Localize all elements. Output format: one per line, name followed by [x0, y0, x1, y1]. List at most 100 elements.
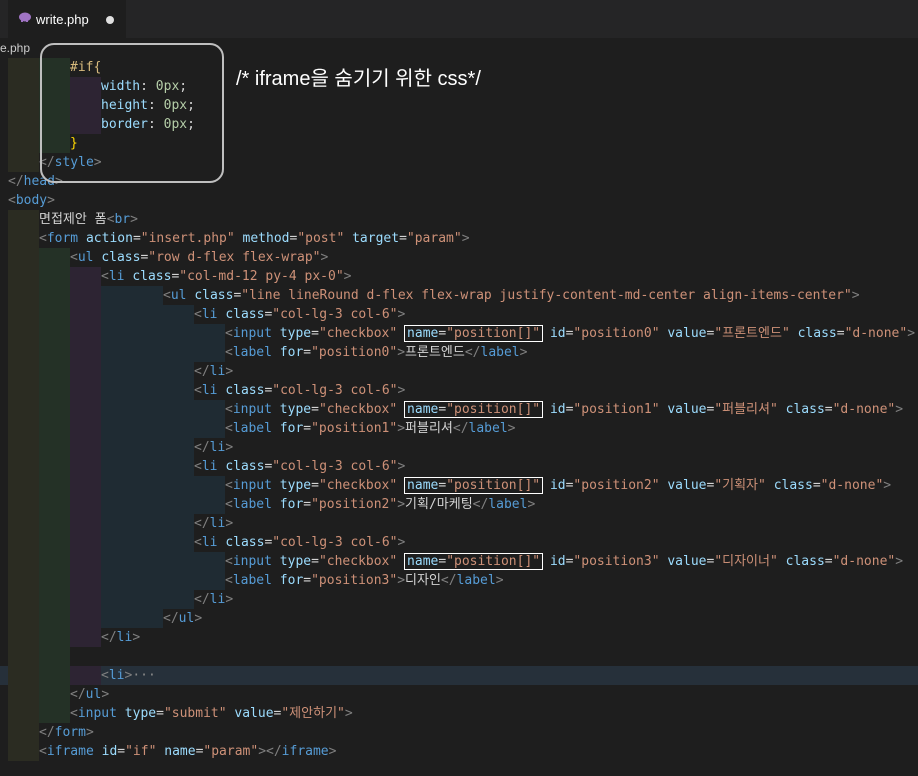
indent-guide: [163, 343, 194, 362]
unsaved-dot-icon[interactable]: [106, 16, 114, 24]
code-token: <: [70, 250, 78, 265]
label-line[interactable]: <label for="position3">디자인</label>: [0, 571, 918, 590]
indent-guide: [8, 96, 39, 115]
code-text: <li class="col-lg-3 col-6">: [194, 533, 405, 552]
code-token: li: [116, 630, 133, 645]
indent-guide: [101, 438, 132, 457]
indent-guide: [8, 362, 39, 381]
code-token: ul: [170, 288, 187, 303]
code-token: id: [549, 402, 566, 417]
code-line[interactable]: <input type="submit" value="제안하기">: [0, 704, 918, 723]
code-token: =: [824, 402, 833, 417]
code-token: name: [407, 478, 439, 493]
indent-guide: [163, 362, 194, 381]
code-token: </: [266, 744, 282, 759]
code-line[interactable]: </form>: [0, 723, 918, 742]
indent-guide: [8, 628, 39, 647]
code-token: input: [232, 478, 272, 493]
indent-guide: [8, 514, 39, 533]
code-token: action: [85, 231, 133, 246]
code-line[interactable]: <li class="col-md-12 py-4 px-0">: [0, 267, 918, 286]
indent-guide: [8, 533, 39, 552]
code-token: "checkbox": [318, 554, 398, 569]
code-token: =: [311, 326, 319, 341]
code-token: value: [667, 554, 707, 569]
code-text: <iframe id="if" name="param"></iframe>: [39, 742, 336, 761]
folded-li-line[interactable]: <li>···: [0, 666, 918, 685]
code-token: class: [225, 307, 265, 322]
indent-guide: [8, 400, 39, 419]
code-token: "checkbox": [318, 478, 398, 493]
code-line[interactable]: <iframe id="if" name="param"></iframe>: [0, 742, 918, 761]
code-token: "submit": [163, 706, 227, 721]
code-text: </li>: [101, 628, 140, 647]
code-token: =: [399, 231, 407, 246]
li-close-line[interactable]: </li>: [0, 514, 918, 533]
code-token: >: [397, 573, 406, 588]
code-line[interactable]: 면접제안 폼<br>: [0, 210, 918, 229]
code-text: <ul class="row d-flex flex-wrap">: [70, 248, 328, 267]
indent-guide: [194, 419, 225, 438]
code-line[interactable]: </ul>: [0, 685, 918, 704]
code-token: >: [132, 630, 141, 645]
code-token: <: [225, 478, 233, 493]
code-token: ul: [178, 611, 195, 626]
code-token: li: [108, 668, 125, 683]
li-open-line[interactable]: <li class="col-lg-3 col-6">: [0, 381, 918, 400]
code-token: id: [101, 744, 118, 759]
code-token: label: [468, 421, 508, 436]
breadcrumb[interactable]: e.php: [0, 41, 30, 55]
input-checkbox-line[interactable]: <input type="checkbox" name="position[]"…: [0, 552, 918, 571]
indent-guide: [194, 476, 225, 495]
input-checkbox-line[interactable]: <input type="checkbox" name="position[]"…: [0, 476, 918, 495]
code-token: form: [54, 725, 86, 740]
indent-guide: [39, 495, 70, 514]
code-token: for: [279, 421, 304, 436]
code-token: >: [895, 402, 904, 417]
label-line[interactable]: <label for="position0">프론트엔드</label>: [0, 343, 918, 362]
code-token: class: [797, 326, 837, 341]
label-line[interactable]: <label for="position1">퍼블리셔</label>: [0, 419, 918, 438]
code-token: >: [225, 440, 234, 455]
input-checkbox-line[interactable]: <input type="checkbox" name="position[]"…: [0, 400, 918, 419]
code-token: >: [883, 478, 892, 493]
indent-guide: [70, 438, 101, 457]
code-token: </: [194, 440, 210, 455]
input-checkbox-line[interactable]: <input type="checkbox" name="position[]"…: [0, 324, 918, 343]
label-line[interactable]: <label for="position2">기획/마케팅</label>: [0, 495, 918, 514]
code-line[interactable]: </ul>: [0, 609, 918, 628]
code-line[interactable]: <body>: [0, 191, 918, 210]
code-line[interactable]: <form action="insert.php" method="post" …: [0, 229, 918, 248]
code-token: "col-md-12 py-4 px-0": [179, 269, 344, 284]
code-token: id: [549, 478, 566, 493]
code-token: =: [311, 554, 319, 569]
code-token: <: [194, 535, 202, 550]
code-token: >: [225, 592, 234, 607]
code-token: =: [438, 326, 447, 341]
code-token: >: [85, 725, 94, 740]
li-close-line[interactable]: </li>: [0, 590, 918, 609]
code-token: =: [303, 573, 312, 588]
code-line[interactable]: [0, 647, 918, 666]
code-token: >: [519, 345, 528, 360]
tab-write-php[interactable]: write.php: [8, 0, 126, 39]
code-line[interactable]: </li>: [0, 628, 918, 647]
code-token: >: [225, 516, 234, 531]
li-open-line[interactable]: <li class="col-lg-3 col-6">: [0, 533, 918, 552]
code-token: "if": [125, 744, 157, 759]
li-open-line[interactable]: <li class="col-lg-3 col-6">: [0, 457, 918, 476]
code-token: label: [232, 421, 272, 436]
indent-guide: [132, 362, 163, 381]
li-close-line[interactable]: </li>: [0, 438, 918, 457]
code-line[interactable]: <ul class="row d-flex flex-wrap">: [0, 248, 918, 267]
code-line[interactable]: <ul class="line lineRound d-flex flex-wr…: [0, 286, 918, 305]
code-token: class: [132, 269, 172, 284]
li-close-line[interactable]: </li>: [0, 362, 918, 381]
code-token: "col-lg-3 col-6": [272, 307, 398, 322]
li-open-line[interactable]: <li class="col-lg-3 col-6">: [0, 305, 918, 324]
code-token: >: [328, 744, 337, 759]
